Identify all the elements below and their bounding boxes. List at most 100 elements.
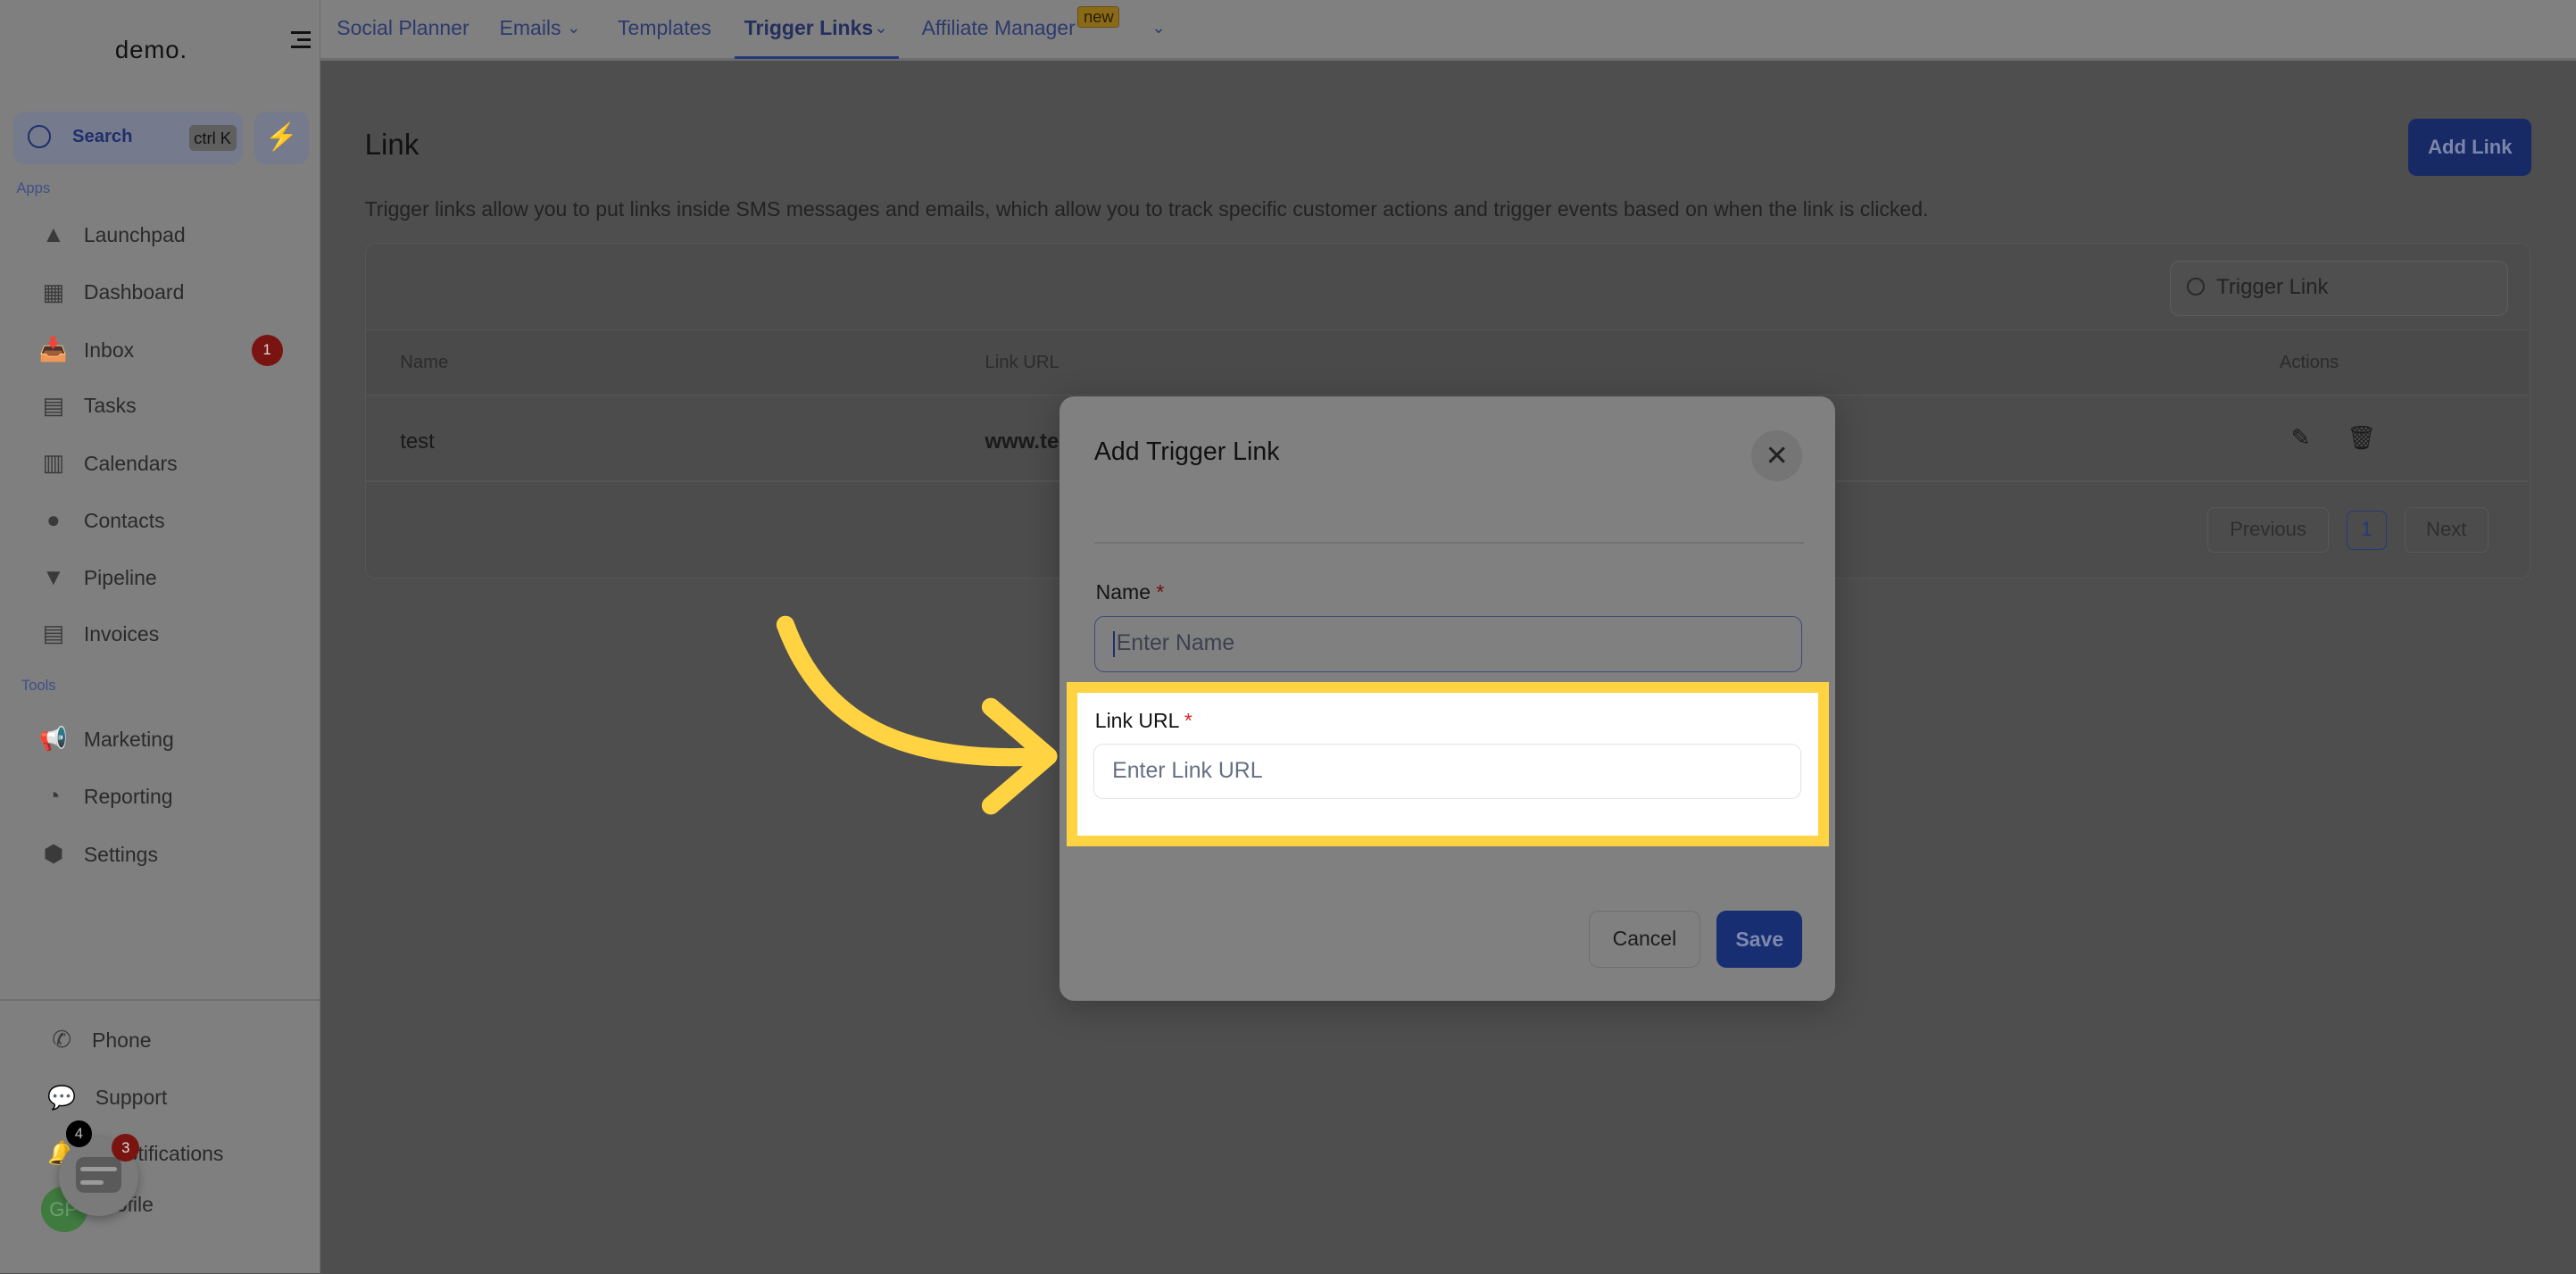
tab-affiliate-manager[interactable]: Affiliate Manager (922, 16, 1076, 40)
notifications-count-badge: 4 (65, 1120, 93, 1147)
table-header (365, 329, 2528, 396)
label: Support (95, 1086, 168, 1109)
required-mark: * (1156, 579, 1165, 604)
tab-trigger-links[interactable]: Trigger Links (744, 16, 873, 40)
trigger-links-chevron-down-icon[interactable]: ⌄ (874, 18, 887, 37)
pie-chart-icon: ◔ (46, 784, 61, 810)
next-page-button[interactable]: Next (2404, 506, 2489, 554)
close-icon[interactable]: ✕ (1751, 430, 1803, 482)
chat-bubble-icon (75, 1156, 122, 1194)
row-url[interactable]: www.te (985, 429, 1059, 454)
sidebar: demo. Search ctrl K ⚡ Apps ▲ Launchpad ▦ D… (0, 0, 320, 1274)
row-name: test (400, 429, 435, 454)
sidebar-item-launchpad[interactable]: ▲ Launchpad (39, 219, 186, 252)
add-link-button[interactable]: Add Link (2408, 118, 2532, 176)
sidebar-item-marketing[interactable]: 📢 Marketing (39, 723, 174, 756)
column-name: Name (400, 352, 449, 372)
column-link-url: Link URL (985, 352, 1059, 372)
logo: demo. (114, 36, 188, 64)
megaphone-icon: 📢 (38, 727, 68, 753)
name-label: Name * (1096, 580, 1165, 604)
name-input[interactable]: Enter Name (1093, 616, 1803, 672)
emails-chevron-down-icon[interactable]: ⌄ (567, 18, 580, 37)
label: Invoices (83, 621, 160, 645)
modal-divider (1093, 542, 1804, 545)
sidebar-item-reporting[interactable]: ◔ Reporting (39, 780, 173, 813)
label: Settings (83, 842, 158, 866)
label: Launchpad (83, 222, 186, 246)
tab-templates[interactable]: Templates (618, 16, 711, 40)
search-placeholder: Trigger Link (2216, 274, 2329, 299)
search-label: Search (71, 126, 133, 146)
trigger-link-search-input[interactable]: Trigger Link (2169, 260, 2508, 317)
more-chevron-down-icon[interactable]: ⌄ (1151, 18, 1165, 37)
label: Reporting (83, 785, 173, 809)
trash-icon[interactable]: 🗑 (2347, 425, 2376, 452)
receipt-icon: ▤ (42, 621, 64, 647)
annotation-arrow-icon (776, 615, 1058, 815)
clipboard-icon: ▤ (42, 393, 64, 419)
label: Inbox (83, 337, 135, 362)
label: Phone (92, 1028, 152, 1052)
sidebar-item-contacts[interactable]: ● Contacts (39, 504, 165, 537)
label: Calendars (83, 451, 178, 475)
search-button[interactable]: Search ctrl K (12, 112, 244, 165)
tab-social-planner[interactable]: Social Planner (337, 16, 469, 40)
sidebar-item-inbox[interactable]: 📥 Inbox (39, 334, 134, 367)
page-title: Link (364, 128, 420, 162)
phone-icon: ✆ (52, 1028, 71, 1053)
quick-actions-lightning-icon[interactable]: ⚡ (254, 112, 310, 165)
sidebar-item-calendars[interactable]: ▥ Calendars (39, 447, 178, 480)
name-label-text: Name (1095, 579, 1151, 604)
label: Contacts (83, 508, 165, 532)
chat-icon: 💬 (46, 1085, 77, 1111)
sidebar-item-invoices[interactable]: ▤ Invoices (39, 618, 160, 651)
label: Pipeline (83, 566, 157, 590)
inbox-badge: 1 (251, 335, 283, 367)
sidebar-item-tasks[interactable]: ▤ Tasks (39, 389, 137, 422)
sidebar-item-dashboard[interactable]: ▦ Dashboard (39, 276, 185, 309)
modal-title: Add Trigger Link (1093, 437, 1280, 466)
sidebar-divider (0, 999, 320, 1001)
section-apps: Apps (16, 179, 51, 196)
previous-page-button[interactable]: Previous (2206, 506, 2330, 554)
gear-icon: ⬢ (43, 842, 64, 868)
link-url-highlight: Link URL * Enter Link URL (1066, 681, 1829, 846)
new-badge: new (1077, 6, 1120, 29)
calendar-icon: ▥ (42, 451, 64, 477)
search-shortcut: ctrl K (188, 124, 237, 152)
sidebar-item-phone[interactable]: ✆ Phone (47, 1024, 151, 1057)
grid-icon: ▦ (42, 279, 64, 305)
link-url-input[interactable]: Enter Link URL (1093, 743, 1802, 800)
top-navigation: Social Planner Emails ⌄ Templates Trigge… (320, 0, 2576, 62)
page-1-button[interactable]: 1 (2347, 510, 2387, 550)
funnel-icon: ▼ (42, 565, 65, 591)
search-icon (2186, 278, 2206, 296)
text-cursor (1113, 630, 1115, 658)
label: Dashboard (83, 280, 185, 304)
link-url-label-text: Link URL (1094, 709, 1179, 733)
label: Tasks (83, 394, 137, 418)
user-icon: ● (46, 507, 61, 533)
inbox-icon: 📥 (38, 337, 68, 363)
tab-emails[interactable]: Emails (500, 16, 561, 40)
page-description: Trigger links allow you to put links ins… (364, 196, 1929, 221)
column-actions: Actions (2279, 352, 2339, 372)
edit-icon[interactable]: ✎ (2291, 425, 2311, 452)
app: demo. Search ctrl K ⚡ Apps ▲ Launchpad ▦ D… (0, 0, 2576, 1274)
required-mark: * (1184, 709, 1192, 733)
rocket-icon: ▲ (42, 221, 65, 247)
link-url-placeholder: Enter Link URL (1112, 759, 1263, 784)
active-tab-indicator (734, 55, 899, 60)
sidebar-item-support[interactable]: 💬 Support (47, 1081, 167, 1114)
sidebar-item-pipeline[interactable]: ▼ Pipeline (39, 562, 157, 595)
name-placeholder: Enter Name (1116, 631, 1235, 656)
collapse-menu-icon[interactable] (290, 26, 311, 53)
link-url-label: Link URL * (1095, 709, 1192, 733)
cancel-button[interactable]: Cancel (1588, 910, 1700, 969)
save-button[interactable]: Save (1716, 910, 1803, 969)
section-tools: Tools (21, 677, 56, 695)
sidebar-item-settings[interactable]: ⬢ Settings (39, 838, 158, 871)
search-icon (28, 124, 52, 148)
label: Marketing (83, 727, 174, 751)
